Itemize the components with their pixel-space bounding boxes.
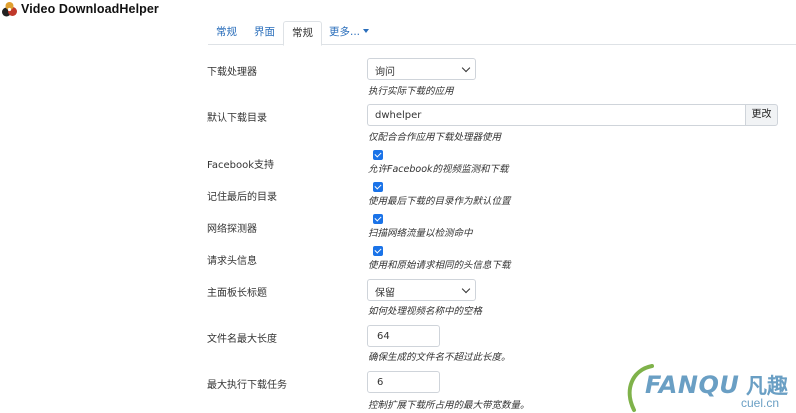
settings-tabs: 常规 界面 常规 更多...	[208, 21, 796, 46]
max-tasks-label: 最大执行下载任务	[207, 380, 287, 391]
select-value: 保留	[375, 288, 395, 299]
tab-general[interactable]: 常规	[208, 21, 245, 45]
title-spaces-label: 主面板长标题	[207, 288, 267, 299]
select-value: 询问	[375, 67, 395, 78]
headers-checkbox[interactable]	[373, 246, 383, 256]
max-filename-help: 确保生成的文件名不超过此长度。	[368, 352, 511, 363]
remember-dir-help: 使用最后下载的目录作为默认位置	[368, 196, 511, 207]
max-filename-input[interactable]: 64	[367, 325, 440, 347]
title-bar: Video DownloadHelper	[0, 0, 796, 20]
tab-interface[interactable]: 界面	[246, 21, 283, 45]
tab-label: 界面	[254, 26, 275, 38]
max-filename-label: 文件名最大长度	[207, 334, 277, 345]
caret-down-icon	[363, 29, 370, 33]
download-handler-help: 执行实际下载的应用	[368, 86, 454, 97]
tab-more-dropdown[interactable]: 更多...	[321, 21, 377, 45]
tab-label: 常规	[292, 27, 313, 39]
facebook-checkbox[interactable]	[373, 150, 383, 160]
title-spaces-help: 如何处理视频名称中的空格	[368, 306, 483, 317]
app-title: Video DownloadHelper	[21, 2, 159, 16]
download-handler-select[interactable]: 询问	[367, 58, 476, 80]
chevron-down-icon	[461, 284, 471, 294]
app-logo-icon	[2, 2, 17, 17]
change-dir-button[interactable]: 更改	[745, 104, 778, 126]
network-probe-help: 扫描网络流量以检测命中	[368, 228, 473, 239]
tab-label: 更多...	[329, 26, 361, 38]
default-dir-input[interactable]: dwhelper	[367, 104, 746, 126]
tab-label: 常规	[216, 26, 237, 38]
headers-label: 请求头信息	[207, 256, 257, 267]
network-probe-label: 网络探测器	[207, 224, 257, 235]
tab-general-active[interactable]: 常规	[283, 21, 322, 46]
default-dir-label: 默认下载目录	[207, 113, 267, 124]
watermark: FANQU 凡趣 cuel.cn	[622, 362, 796, 413]
default-dir-help: 仅配合合作应用下载处理器使用	[368, 132, 502, 143]
title-spaces-select[interactable]: 保留	[367, 279, 476, 301]
max-tasks-help: 控制扩展下载所占用的最大带宽数量。	[368, 400, 530, 411]
facebook-label: Facebook支持	[207, 160, 274, 171]
max-tasks-input[interactable]: 6	[367, 371, 440, 393]
facebook-help: 允许Facebook的视频监测和下载	[368, 164, 509, 175]
download-handler-label: 下载处理器	[207, 67, 257, 78]
watermark-brand: FANQU	[645, 371, 740, 399]
chevron-down-icon	[461, 63, 471, 73]
watermark-site: cuel.cn	[741, 396, 780, 410]
remember-dir-checkbox[interactable]	[373, 182, 383, 192]
network-probe-checkbox[interactable]	[373, 214, 383, 224]
remember-dir-label: 记住最后的目录	[207, 192, 277, 203]
headers-help: 使用和原始请求相同的头信息下载	[368, 260, 511, 271]
